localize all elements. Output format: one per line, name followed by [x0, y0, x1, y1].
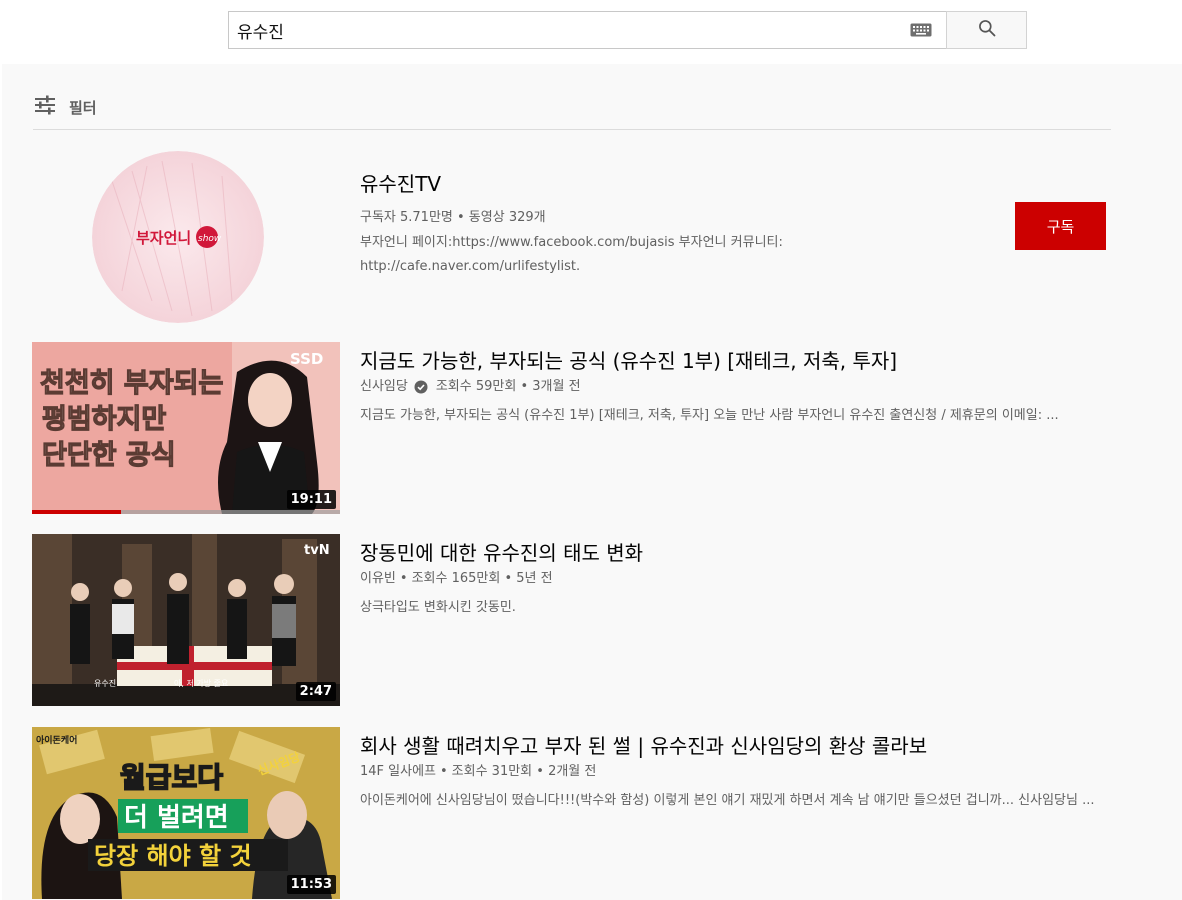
channel-info: 유수진TV 구독자 5.71만명 • 동영상 329개 부자언니 페이지:htt…: [360, 168, 960, 279]
thumb-1-line-1: 천천히 부자되는: [40, 368, 223, 399]
subscribe-button[interactable]: 구독: [1015, 202, 1106, 250]
thumb-3-line-2: 더 벌려면: [124, 803, 229, 833]
verified-check-icon: [414, 380, 428, 394]
filter-divider: [33, 129, 1111, 130]
thumb-1-line-2: 평범하지만: [42, 404, 166, 435]
video-description-2: 상극타입도 변화시킨 갓동민.: [360, 600, 516, 615]
keyboard-icon[interactable]: [910, 23, 932, 37]
video-result-1: 천천히 부자되는 평범하지만 단단한 공식 SSD 19:11 지금도 가능한,…: [32, 342, 1112, 514]
channel-meta: 구독자 5.71만명 • 동영상 329개: [360, 210, 546, 225]
video-stats-2: 조회수 165만회 • 5년 전: [411, 571, 553, 586]
thumb-1-tag: SSD: [290, 350, 323, 368]
video-thumbnail-1[interactable]: 천천히 부자되는 평범하지만 단단한 공식 SSD 19:11: [32, 342, 340, 514]
video-description-1: 지금도 가능한, 부자되는 공식 (유수진 1부) [재테크, 저축, 투자] …: [360, 408, 1059, 423]
search-results: 필터 부자언니 show 유수진TV 구독자 5.71만명 • 동영상 329개: [2, 64, 1182, 900]
avatar-brand-text: 부자언니: [136, 229, 191, 247]
video-title-3[interactable]: 회사 생활 때려치우고 부자 된 썰 | 유수진과 신사임당의 환상 콜라보: [360, 733, 1112, 759]
video-description-3: 아이돈케어에 신사임당님이 떴습니다!!!(박수와 함성) 이렇게 본인 얘기 …: [360, 793, 1095, 808]
search-input[interactable]: 유수진: [228, 11, 946, 49]
meta-separator: •: [399, 571, 408, 586]
thumb-3-line-3: 당장 해야 할 것: [94, 842, 252, 870]
thumb-2-tag: tvN: [304, 543, 330, 558]
thumb-2-caption-mid: 아, 저 가방 줄요: [174, 678, 228, 688]
thumb-3-corner: 아이돈케어: [36, 734, 77, 746]
thumb-1-line-3: 단단한 공식: [42, 440, 176, 471]
video-duration-2: 2:47: [295, 682, 336, 701]
video-meta-3: 14F 일사에프 • 조회수 31만회 • 2개월 전: [360, 763, 1112, 781]
filter-sliders-icon: [33, 95, 57, 119]
channel-name[interactable]: 유수진TV: [360, 168, 960, 197]
filter-label: 필터: [69, 98, 97, 117]
video-duration-1: 19:11: [286, 490, 336, 509]
video-result-2: tvN 유수진 아, 저 가방 줄요 2:47 장동민에 대한 유수진의 태도 …: [32, 534, 1112, 706]
video-thumbnail-2[interactable]: tvN 유수진 아, 저 가방 줄요 2:47: [32, 534, 340, 706]
video-info-1: 지금도 가능한, 부자되는 공식 (유수진 1부) [재테크, 저축, 투자] …: [360, 348, 1112, 428]
video-info-3: 회사 생활 때려치우고 부자 된 썰 | 유수진과 신사임당의 환상 콜라보 1…: [360, 733, 1112, 813]
video-meta-1: 신사임당 조회수 59만회 • 3개월 전: [360, 378, 1112, 396]
thumb-2-caption-left: 유수진: [94, 678, 116, 688]
search-query-text: 유수진: [237, 22, 284, 43]
video-duration-3: 11:53: [286, 875, 336, 894]
video-thumbnail-3[interactable]: 월급보다 더 벌려면 당장 해야 할 것 신사임당 아이돈케어 11:53: [32, 727, 340, 899]
video-channel-3[interactable]: 14F 일사에프: [360, 763, 436, 781]
watch-progress-bar: [32, 510, 122, 514]
top-bar: 유수진: [0, 0, 1182, 64]
video-stats-3: 조회수 31만회 • 2개월 전: [451, 764, 597, 779]
filter-button[interactable]: 필터: [33, 92, 97, 122]
video-channel-1[interactable]: 신사임당: [360, 378, 408, 396]
video-result-3: 월급보다 더 벌려면 당장 해야 할 것 신사임당 아이돈케어 11:53 회사…: [32, 727, 1112, 899]
channel-avatar[interactable]: 부자언니 show: [92, 151, 264, 323]
video-title-1[interactable]: 지금도 가능한, 부자되는 공식 (유수진 1부) [재테크, 저축, 투자]: [360, 348, 1112, 374]
video-channel-2[interactable]: 이유빈: [360, 570, 396, 588]
avatar-badge-text: show: [198, 234, 222, 244]
video-stats-1: 조회수 59만회 • 3개월 전: [435, 379, 581, 394]
channel-description: 부자언니 페이지:https://www.facebook.com/bujasi…: [360, 235, 783, 274]
video-info-2: 장동민에 대한 유수진의 태도 변화 이유빈 • 조회수 165만회 • 5년 …: [360, 540, 1112, 620]
meta-separator: •: [440, 764, 448, 779]
search-button[interactable]: [946, 11, 1027, 49]
search-icon: [977, 18, 997, 42]
video-meta-2: 이유빈 • 조회수 165만회 • 5년 전: [360, 570, 1112, 588]
thumb-3-line-1: 월급보다: [120, 761, 223, 794]
video-title-2[interactable]: 장동민에 대한 유수진의 태도 변화: [360, 540, 1112, 566]
